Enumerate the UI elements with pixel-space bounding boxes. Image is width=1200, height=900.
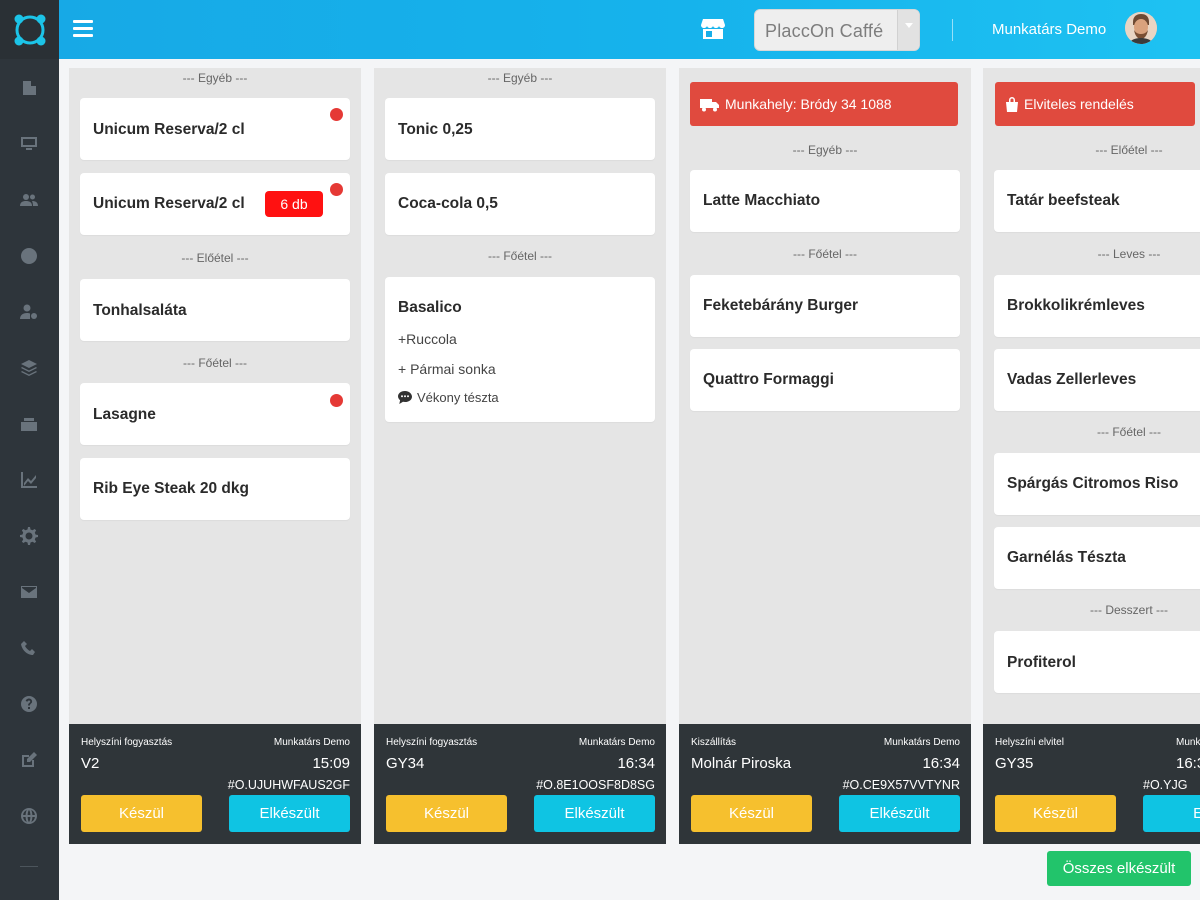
order-column: --- Egyéb --- Unicum Reserva/2 cl Unicum…: [69, 68, 361, 844]
order-id: #O.CE9X57VVTYNR: [842, 778, 960, 792]
order-item-card[interactable]: Brokkolikrémleves: [994, 275, 1200, 337]
comment-icon: [398, 391, 412, 404]
delivery-banner: Munkahely: Bródy 34 1088: [690, 82, 958, 126]
item-modifier: +Ruccola: [398, 331, 457, 347]
order-item-card[interactable]: Tonhalsaláta: [80, 279, 350, 341]
order-footer: Kiszállítás Munkatárs Demo Molnár Pirosk…: [679, 724, 971, 844]
order-table: GY34: [386, 755, 425, 772]
order-type: Helyszíni fogyasztás: [386, 737, 478, 748]
item-name: Unicum Reserva/2 cl: [93, 195, 245, 212]
category-separator: --- Főétel ---: [488, 249, 552, 263]
order-time: 16:34: [617, 755, 655, 772]
order-item-card[interactable]: Coca-cola 0,5: [385, 173, 655, 235]
category-separator: --- Előétel ---: [1095, 143, 1163, 157]
order-time: 16:34: [922, 755, 960, 772]
item-name: Latte Macchiato: [703, 192, 821, 209]
order-staff: Munkatárs Demo: [273, 737, 350, 748]
category-separator: --- Egyéb ---: [487, 71, 553, 85]
order-item-card[interactable]: Tonic 0,25: [385, 98, 655, 160]
order-time: 16:34: [1176, 755, 1200, 772]
status-dot: [330, 183, 343, 196]
status-dot: [330, 394, 343, 407]
done-button[interactable]: Elkészült: [534, 795, 655, 832]
order-footer: Helyszíni elvitel Munkatárs Demo GY35 16…: [983, 724, 1200, 844]
quantity-badge: 6 db: [265, 191, 323, 217]
all-done-button[interactable]: Összes elkészült: [1047, 851, 1191, 886]
order-item-card[interactable]: Latte Macchiato: [690, 170, 960, 232]
order-item-card[interactable]: Unicum Reserva/2 cl 6 db: [80, 173, 350, 235]
order-id: #O.8E1OOSF8D8SG: [536, 778, 655, 792]
order-item-card[interactable]: Feketebárány Burger: [690, 275, 960, 337]
order-item-card[interactable]: Garnélás Tészta: [994, 527, 1200, 589]
order-item-card[interactable]: Profiterol: [994, 631, 1200, 693]
order-time: 15:09: [312, 755, 350, 772]
order-staff: Munkatárs Demo: [883, 737, 960, 748]
order-footer: Helyszíni fogyasztás Munkatárs Demo V2 1…: [69, 724, 361, 844]
shopping-bag-icon: [1006, 97, 1018, 112]
order-footer: Helyszíni fogyasztás Munkatárs Demo GY34…: [374, 724, 666, 844]
category-separator: --- Egyéb ---: [182, 71, 248, 85]
category-separator: --- Desszert ---: [1090, 603, 1168, 617]
note-text: Vékony tészta: [417, 390, 499, 405]
item-modifier: + Pármai sonka: [398, 361, 496, 377]
item-name: Quattro Formaggi: [703, 371, 834, 388]
item-name: Spárgás Citromos Riso: [1007, 475, 1179, 492]
order-type: Helyszíni elvitel: [995, 737, 1064, 748]
done-button[interactable]: Elkészült: [229, 795, 350, 832]
order-type: Kiszállítás: [691, 737, 737, 748]
order-staff: Munkatárs Demo: [1176, 737, 1200, 748]
order-item-card[interactable]: Spárgás Citromos Riso: [994, 453, 1200, 515]
category-separator: --- Előétel ---: [181, 251, 249, 265]
order-column: --- Egyéb --- Tonic 0,25 Coca-cola 0,5 -…: [374, 68, 666, 844]
category-separator: --- Főétel ---: [1097, 425, 1161, 439]
order-table: GY35: [995, 755, 1034, 772]
done-button[interactable]: Elkészült: [839, 795, 960, 832]
item-name: Lasagne: [93, 406, 156, 423]
item-name: Coca-cola 0,5: [398, 195, 498, 212]
order-item-card[interactable]: Tatár beefsteak: [994, 170, 1200, 232]
category-separator: --- Főétel ---: [183, 356, 247, 370]
order-staff: Munkatárs Demo: [578, 737, 655, 748]
order-item-card[interactable]: Quattro Formaggi: [690, 349, 960, 411]
order-column: Elviteles rendelés --- Előétel --- Tatár…: [983, 68, 1200, 844]
item-name: Rib Eye Steak 20 dkg: [93, 480, 249, 497]
order-id: #O.UJUHWFAUS2GF: [227, 778, 350, 792]
order-item-card[interactable]: Lasagne: [80, 383, 350, 445]
item-name: Brokkolikrémleves: [1007, 297, 1145, 314]
order-item-card[interactable]: Rib Eye Steak 20 dkg: [80, 458, 350, 520]
done-button[interactable]: Elk: [1143, 795, 1200, 832]
item-name: Garnélás Tészta: [1007, 549, 1126, 566]
order-type: Helyszíni fogyasztás: [81, 737, 173, 748]
category-separator: --- Egyéb ---: [792, 143, 858, 157]
item-name: Tatár beefsteak: [1007, 192, 1120, 209]
item-name: Basalico: [398, 299, 462, 316]
category-separator: --- Leves ---: [1097, 247, 1161, 261]
order-item-card[interactable]: Vadas Zellerleves: [994, 349, 1200, 411]
banner-text: Munkahely: Bródy 34 1088: [725, 96, 892, 112]
item-name: Profiterol: [1007, 654, 1076, 671]
status-dot: [330, 108, 343, 121]
in-progress-button[interactable]: Készül: [995, 795, 1116, 832]
item-name: Tonic 0,25: [398, 121, 473, 138]
truck-icon: [700, 99, 719, 112]
item-name: Unicum Reserva/2 cl: [93, 121, 245, 138]
in-progress-button[interactable]: Készül: [81, 795, 202, 832]
takeaway-banner: Elviteles rendelés: [995, 82, 1195, 126]
order-table: V2: [81, 755, 100, 772]
item-name: Vadas Zellerleves: [1007, 371, 1137, 388]
order-item-card[interactable]: Unicum Reserva/2 cl: [80, 98, 350, 160]
in-progress-button[interactable]: Készül: [691, 795, 812, 832]
order-item-card[interactable]: Basalico +Ruccola + Pármai sonka Vékony …: [385, 277, 655, 422]
item-name: Tonhalsaláta: [93, 302, 187, 319]
item-note: Vékony tészta: [398, 390, 499, 405]
order-id: #O.YJG: [1143, 778, 1188, 792]
in-progress-button[interactable]: Készül: [386, 795, 507, 832]
banner-text: Elviteles rendelés: [1024, 96, 1134, 112]
order-table: Molnár Piroska: [691, 755, 792, 772]
order-board: --- Egyéb --- Unicum Reserva/2 cl Unicum…: [0, 0, 1200, 900]
category-separator: --- Főétel ---: [793, 247, 857, 261]
item-name: Feketebárány Burger: [703, 297, 859, 314]
order-column: Munkahely: Bródy 34 1088 --- Egyéb --- L…: [679, 68, 971, 844]
